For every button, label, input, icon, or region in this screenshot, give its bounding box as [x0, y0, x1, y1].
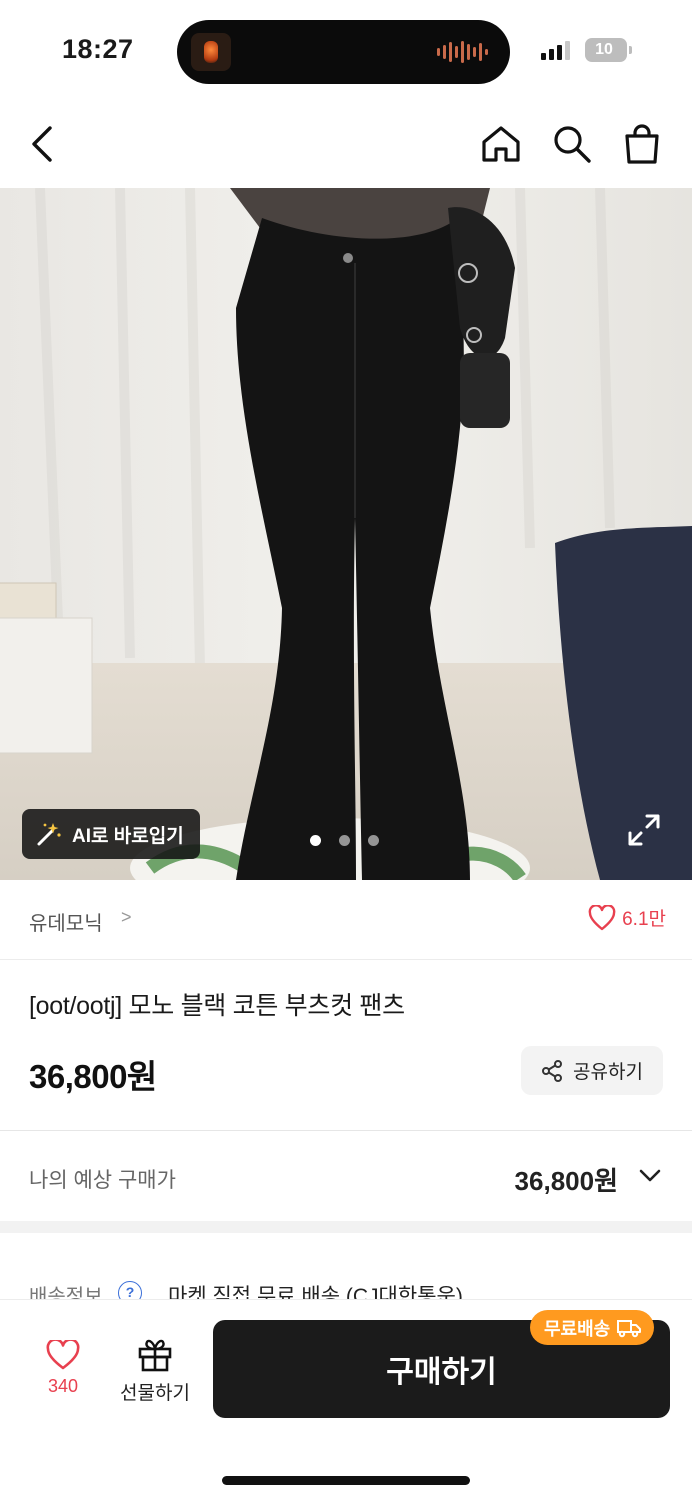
- back-button[interactable]: [20, 122, 64, 166]
- home-icon: [482, 126, 520, 162]
- carousel-dot[interactable]: [368, 835, 379, 846]
- search-icon: [554, 126, 591, 163]
- home-indicator[interactable]: [222, 1476, 470, 1485]
- ai-try-on-button[interactable]: AI로 바로입기: [22, 809, 200, 859]
- battery-icon: 10: [585, 38, 632, 62]
- gift-label: 선물하기: [120, 1383, 190, 1404]
- share-icon: [542, 1059, 563, 1082]
- carousel-indicator: [310, 835, 379, 846]
- battery-level: 10: [595, 41, 613, 58]
- cart-button[interactable]: [620, 122, 664, 166]
- chevron-down-icon: [639, 1169, 661, 1182]
- brand-name-link[interactable]: 유데모닉: [29, 907, 103, 936]
- expand-icon: [628, 814, 660, 846]
- heart-icon: [588, 904, 616, 930]
- dynamic-island: [177, 20, 510, 84]
- brand-row: 유데모닉 > 6.1만: [0, 880, 692, 960]
- home-button[interactable]: [479, 122, 523, 166]
- buy-label: 구매하기: [386, 1356, 497, 1389]
- bottom-action-bar: 340 선물하기 구매하기 무료배송: [0, 1300, 692, 1500]
- heart-icon: [46, 1340, 80, 1370]
- shopping-bag-icon: [625, 124, 659, 164]
- status-time: 18:27: [62, 34, 134, 64]
- ai-try-on-label: AI로 바로입기: [72, 825, 184, 847]
- chevron-left-icon: [32, 126, 52, 162]
- wishlist-button[interactable]: 340: [30, 1340, 96, 1410]
- search-button[interactable]: [550, 122, 594, 166]
- carousel-dot[interactable]: [339, 835, 350, 846]
- product-photo: [0, 188, 692, 880]
- like-count: 6.1만: [622, 909, 666, 930]
- status-bar: 18:27 10: [0, 0, 692, 100]
- carousel-dot[interactable]: [310, 835, 321, 846]
- cellular-signal-icon: [541, 40, 570, 60]
- expected-price-value: 36,800원: [514, 1166, 618, 1196]
- share-label: 공유하기: [573, 1062, 643, 1083]
- free-shipping-badge: 무료배송: [530, 1310, 655, 1345]
- truck-icon: [617, 1319, 642, 1337]
- product-image[interactable]: AI로 바로입기: [0, 188, 692, 880]
- now-playing-artwork: [191, 33, 231, 71]
- gift-button[interactable]: 선물하기: [112, 1338, 198, 1410]
- brand-like-button[interactable]: 6.1만: [588, 904, 666, 931]
- expected-price-row[interactable]: 나의 예상 구매가 36,800원: [0, 1131, 692, 1221]
- audio-wave-icon: [437, 40, 488, 64]
- product-price: 36,800원: [29, 1058, 157, 1095]
- gift-icon: [138, 1339, 172, 1372]
- magic-wand-icon: [37, 823, 61, 846]
- product-title: [oot/ootj] 모노 블랙 코튼 부츠컷 팬츠: [29, 992, 405, 1020]
- section-divider: [0, 1221, 692, 1233]
- wishlist-count: 340: [47, 1376, 79, 1396]
- expected-price-label: 나의 예상 구매가: [29, 1169, 176, 1192]
- chevron-right-icon: >: [121, 907, 132, 927]
- free-shipping-label: 무료배송: [544, 1318, 611, 1339]
- fullscreen-button[interactable]: [626, 812, 662, 848]
- top-nav: [0, 100, 692, 188]
- share-button[interactable]: 공유하기: [521, 1046, 663, 1095]
